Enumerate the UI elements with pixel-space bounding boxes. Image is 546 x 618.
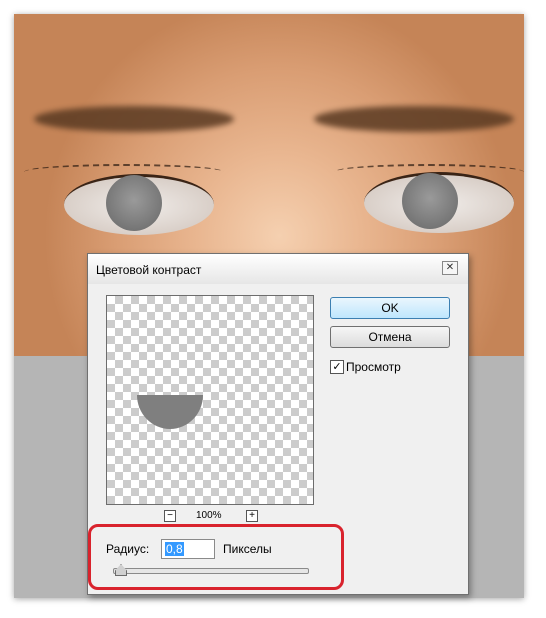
ok-button[interactable]: OK <box>330 297 450 319</box>
radius-unit: Пикселы <box>223 542 272 556</box>
left-iris <box>106 175 162 231</box>
dialog-titlebar[interactable]: Цветовой контраст ✕ <box>88 254 468 284</box>
color-contrast-dialog: Цветовой контраст ✕ − 100% + OK Отмена ✓… <box>87 253 469 595</box>
radius-input[interactable]: 0,8 <box>161 539 215 559</box>
cancel-button[interactable]: Отмена <box>330 326 450 348</box>
preview-checkbox[interactable]: ✓ <box>330 360 344 374</box>
filter-preview[interactable] <box>106 295 314 505</box>
radius-value[interactable]: 0,8 <box>165 542 184 556</box>
zoom-level: 100% <box>196 510 222 521</box>
radius-label: Радиус: <box>106 542 150 556</box>
dialog-title: Цветовой контраст <box>96 263 202 277</box>
preview-eye-shape <box>137 395 203 429</box>
radius-highlight <box>88 524 344 590</box>
close-icon[interactable]: ✕ <box>442 261 458 275</box>
preview-checkbox-label[interactable]: Просмотр <box>346 360 401 374</box>
zoom-controls: − 100% + <box>164 510 258 524</box>
zoom-out-button[interactable]: − <box>164 510 176 522</box>
zoom-in-button[interactable]: + <box>246 510 258 522</box>
right-eyebrow <box>314 106 514 132</box>
left-eyebrow <box>34 106 234 132</box>
right-iris <box>402 173 458 229</box>
radius-slider-track[interactable] <box>113 568 309 574</box>
